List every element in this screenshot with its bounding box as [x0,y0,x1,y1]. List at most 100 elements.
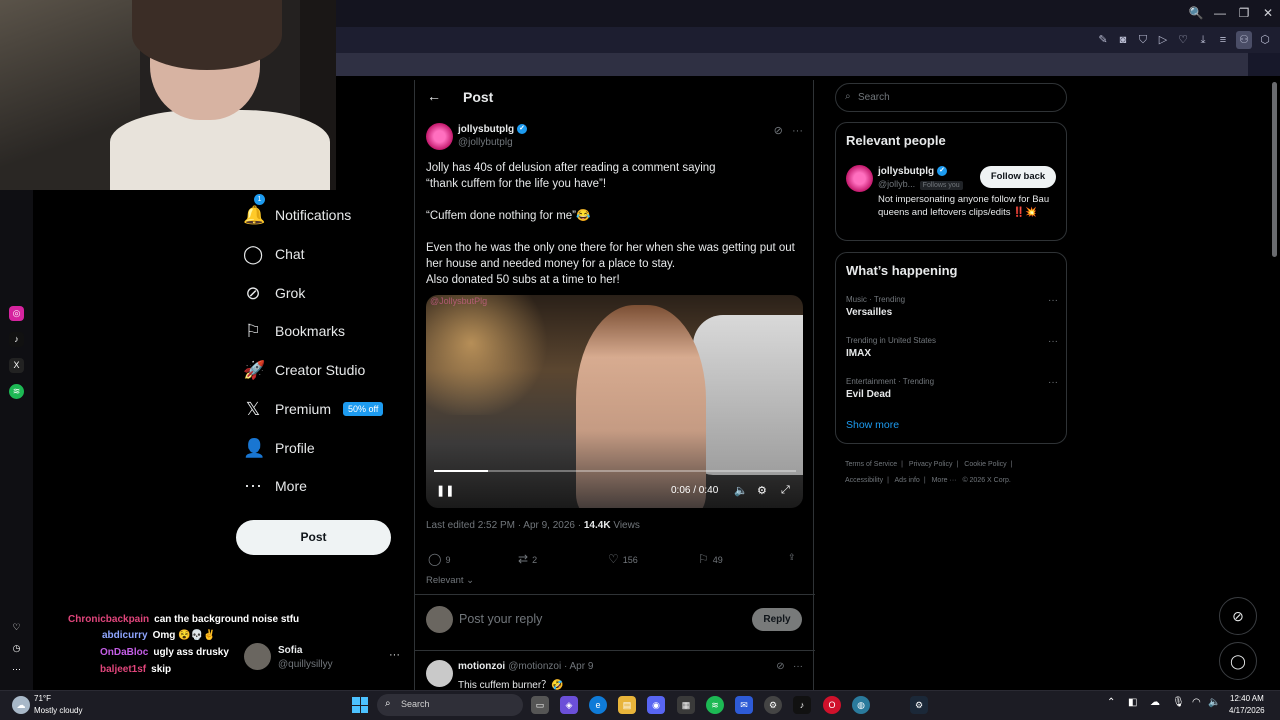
discord-icon[interactable]: ◉ [647,696,665,714]
follow-back-button[interactable]: Follow back [980,166,1056,188]
terms-link[interactable]: Terms of Service [845,461,897,468]
address-bar[interactable] [336,53,1280,76]
fullscreen-icon[interactable]: ⤢ [781,484,790,497]
post-button[interactable]: Post [236,520,391,555]
tray-app-icon[interactable]: ◧ [1128,697,1137,708]
spotify-icon[interactable]: ≋ [9,384,24,399]
steam-icon[interactable]: ⚙ [910,696,928,714]
profile-icon[interactable]: ⚇ [1236,31,1252,49]
instagram-icon[interactable]: ◎ [9,306,24,321]
settings-icon[interactable]: ⚙ [757,484,767,497]
repost-action[interactable]: ⇄ 2 [518,552,537,566]
tiktok-icon[interactable]: ♪ [9,332,24,347]
browser-search-icon[interactable]: 🔍 [1184,0,1208,27]
video-player[interactable]: @JollysbutPlg ❚❚ 0:06 / 0:40 🔈 ⚙ ⤢ [426,295,803,508]
nav-premium[interactable]: 𝕏 Premium 50% off [243,394,384,424]
author-name[interactable]: jollysbutplg ✓ [458,124,528,135]
nav-profile[interactable]: 👤 Profile [243,433,315,463]
wifi-icon[interactable]: ◠ [1192,697,1201,708]
heart-outline-icon[interactable]: ♡ [9,620,24,635]
nav-bookmarks[interactable]: ⚐ Bookmarks [243,316,345,346]
x-icon[interactable]: X [9,358,24,373]
reply-input[interactable]: Post your reply [459,612,542,626]
grok-icon[interactable]: ⊘ [774,125,783,137]
more-icon[interactable]: ··· [792,125,803,137]
more-icon[interactable]: ··· [793,661,803,672]
close-button[interactable]: ✕ [1256,0,1280,27]
trend-item[interactable]: Entertainment · Trending Evil Dead ··· [846,377,1058,400]
scrollbar[interactable] [1271,80,1278,690]
grok-icon[interactable]: ⊘ [776,661,784,672]
cookie-link[interactable]: Cookie Policy [964,461,1006,468]
more-icon[interactable]: ··· [1048,336,1058,347]
grok-fab-icon[interactable]: ⊘ [1219,597,1257,635]
task-view-icon[interactable]: ▭ [531,696,549,714]
more-link[interactable]: More ··· [932,477,957,484]
play-icon[interactable]: ▷ [1156,31,1170,49]
scrollbar-thumb[interactable] [1272,82,1277,257]
author-handle[interactable]: @jollybutplg [458,137,513,148]
store-icon[interactable]: ▦ [677,696,695,714]
weather-icon[interactable]: ☁ [12,696,30,714]
privacy-link[interactable]: Privacy Policy [909,461,953,468]
sort-dropdown[interactable]: Relevant ⌄ [426,575,474,586]
trend-item[interactable]: Trending in United States IMAX ··· [846,336,1058,359]
back-arrow-icon[interactable]: ← [427,88,441,104]
clock-date[interactable]: 4/17/2026 [1229,706,1265,715]
camera-icon[interactable]: ◙ [1116,31,1130,49]
nav-chat[interactable]: ◯ Chat [243,239,305,269]
taskbar-search[interactable]: ⌕ Search [377,694,523,716]
copilot-icon[interactable]: ◈ [560,696,578,714]
reply-action[interactable]: ◯ 9 [428,552,450,566]
opera-icon[interactable]: O [823,696,841,714]
edge-icon[interactable]: e [589,696,607,714]
shield-icon[interactable]: ⛉ [1136,31,1150,49]
nav-grok[interactable]: ⊘ Grok [243,278,305,308]
address-field[interactable] [336,53,1248,76]
more-icon[interactable]: ··· [1048,377,1058,388]
avatar[interactable] [846,165,873,192]
extension-icon[interactable]: ⬡ [1258,31,1272,49]
volume-icon[interactable]: 🔈 [734,484,748,497]
more-icon[interactable]: ··· [389,649,400,661]
minimize-button[interactable]: — [1208,0,1232,27]
spotify-icon[interactable]: ≋ [706,696,724,714]
tiktok-icon[interactable]: ♪ [793,696,811,714]
person-name[interactable]: jollysbutplg ✓ [878,166,948,177]
messages-fab-icon[interactable]: ◯ [1219,642,1257,680]
nav-creator-studio[interactable]: 🚀 Creator Studio [243,355,365,385]
pause-icon[interactable]: ❚❚ [436,484,454,497]
maximize-button[interactable]: ❐ [1232,0,1256,27]
clock-time[interactable]: 12:40 AM [1230,694,1264,703]
microphone-icon[interactable]: 🎙 [1172,697,1185,708]
menu-icon[interactable]: ≡ [1216,31,1230,49]
author-avatar[interactable] [426,123,453,150]
trend-item[interactable]: Music · Trending Versailles ··· [846,295,1058,318]
more-icon[interactable]: ··· [1048,295,1058,306]
file-explorer-icon[interactable]: ▤ [618,696,636,714]
start-button[interactable] [352,697,368,713]
download-icon[interactable]: ⤓ [1196,31,1210,49]
snapshot-icon[interactable]: ✎ [1096,31,1110,49]
bookmark-action[interactable]: ⚐ 49 [698,552,723,566]
nav-notifications[interactable]: 🔔 1 Notifications [243,194,351,230]
video-progress-bar[interactable] [434,470,796,472]
comment-avatar[interactable] [426,660,453,687]
nav-more[interactable]: ⋯ More [243,471,307,501]
accessibility-link[interactable]: Accessibility [845,477,883,484]
more-dots-icon[interactable]: ⋯ [9,662,24,677]
app-icon[interactable]: ◍ [852,696,870,714]
volume-icon[interactable]: 🔈 [1208,697,1220,708]
clock-icon[interactable]: ◷ [9,641,24,656]
comment-author[interactable]: motionzoi @motionzoi · Apr 9 [458,661,593,672]
like-action[interactable]: ♡ 156 [608,552,638,566]
ads-info-link[interactable]: Ads info [895,477,920,484]
mail-icon[interactable]: ✉ [735,696,753,714]
share-icon[interactable]: ⇪ [788,552,796,563]
search-input[interactable]: ⌕ Search [835,83,1067,112]
show-more-link[interactable]: Show more [846,419,899,431]
cloud-icon[interactable]: ☁ [1150,697,1160,708]
reply-button[interactable]: Reply [752,608,802,631]
heart-icon[interactable]: ♡ [1176,31,1190,49]
settings-icon[interactable]: ⚙ [764,696,782,714]
